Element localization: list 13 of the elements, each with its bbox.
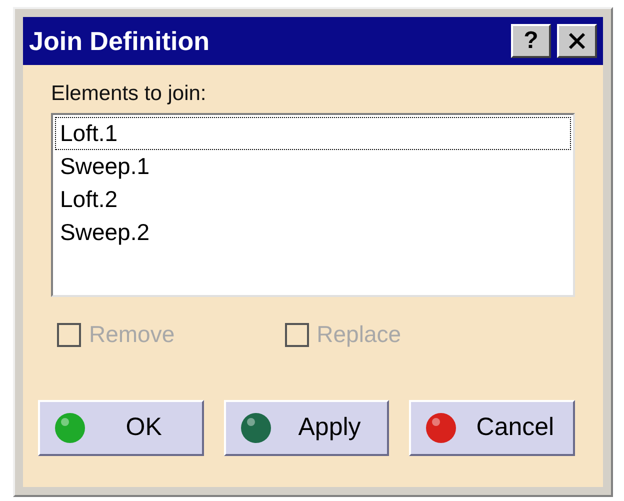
list-item[interactable]: Sweep.2 (55, 216, 571, 250)
elements-list[interactable]: Loft.1 Sweep.1 Loft.2 Sweep.2 (51, 113, 575, 298)
list-item[interactable]: Sweep.1 (55, 150, 571, 184)
window-title: Join Definition (29, 24, 210, 58)
list-item[interactable]: Loft.2 (55, 183, 571, 216)
dialog-button[interactable]: OK (38, 400, 204, 456)
list-label: Elements to join: (51, 81, 208, 107)
dialog-button[interactable]: Apply (224, 400, 390, 456)
dialog-button[interactable]: Cancel (409, 400, 576, 456)
list-item[interactable]: Loft.1 (55, 117, 571, 150)
close-button[interactable] (557, 24, 597, 58)
help-button[interactable]: ? (511, 24, 551, 58)
close-icon (567, 31, 587, 51)
